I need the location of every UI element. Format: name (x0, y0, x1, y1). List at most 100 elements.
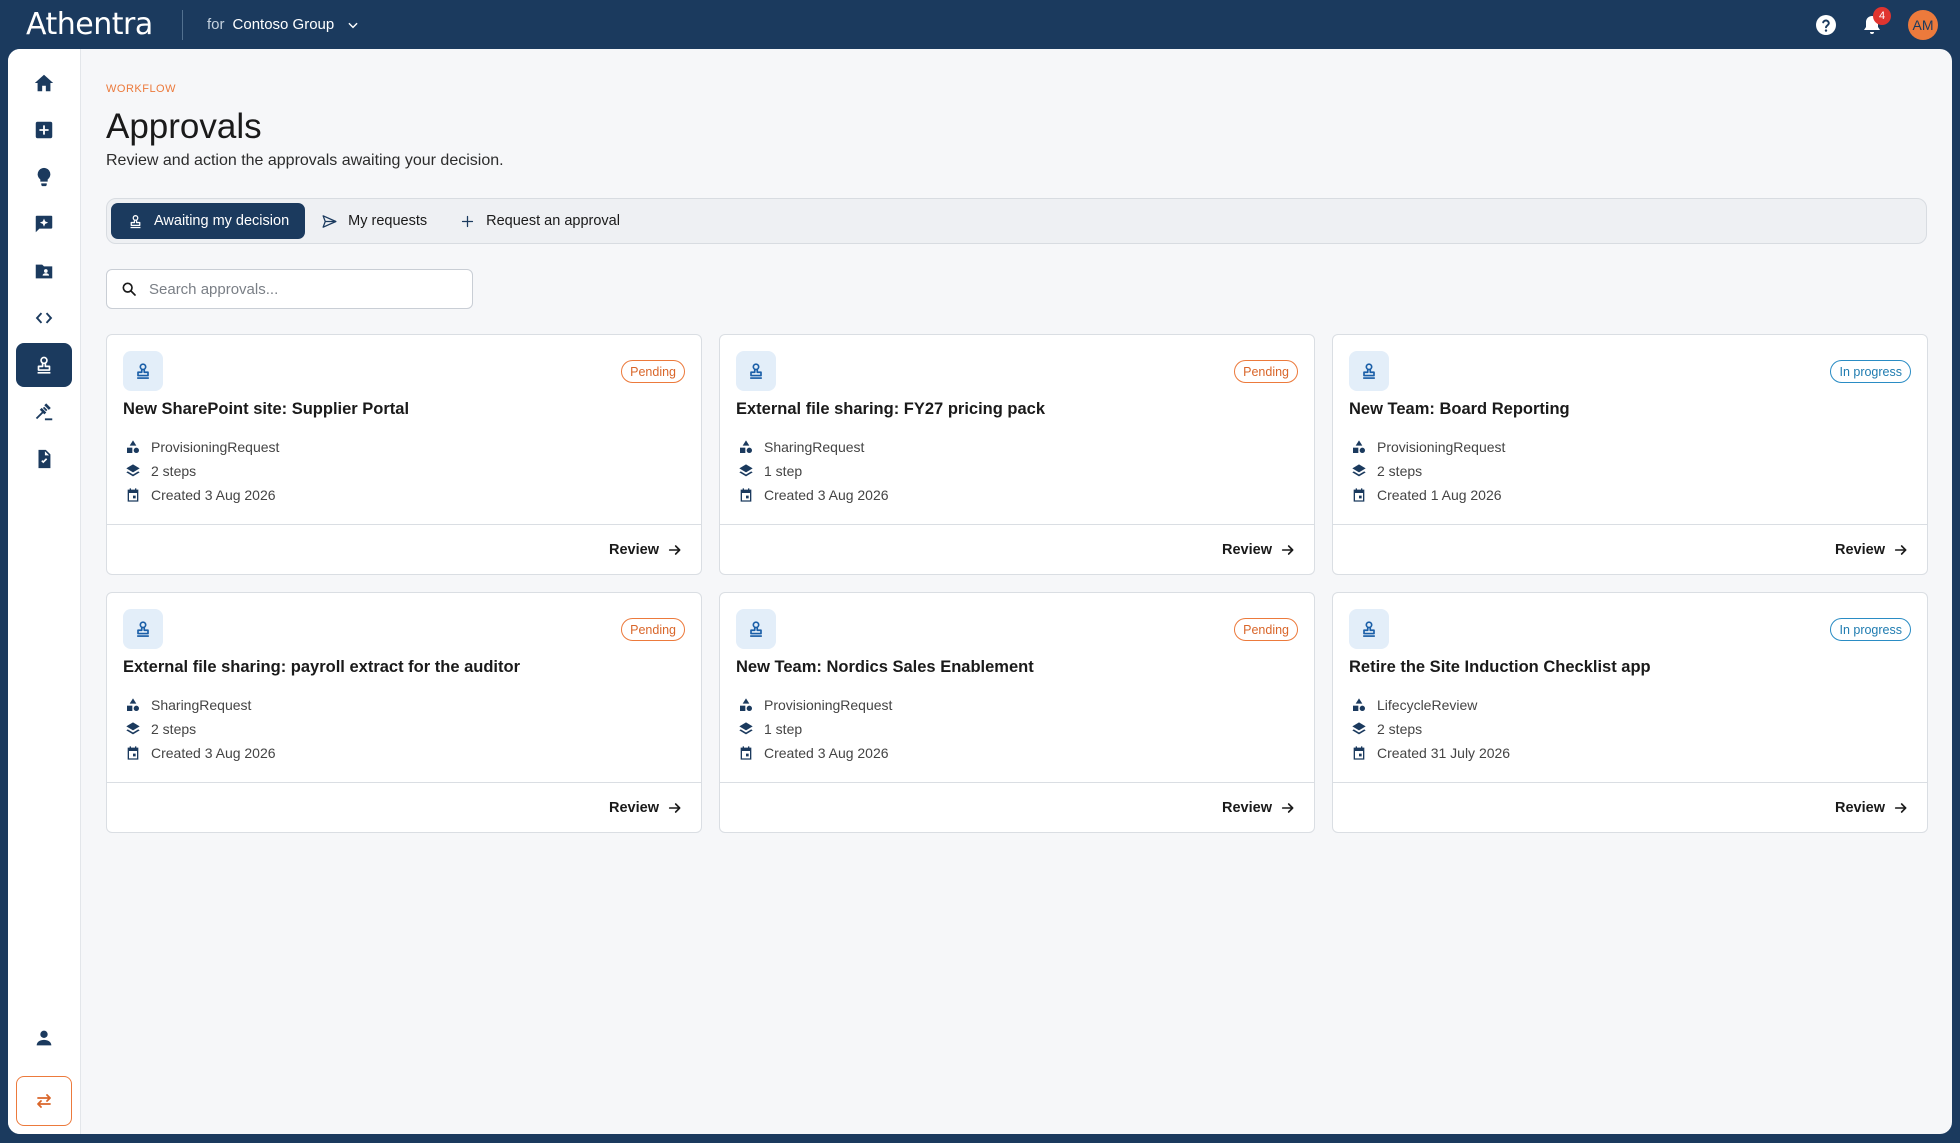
review-button[interactable]: Review (1222, 800, 1296, 816)
sidebar-item-home[interactable] (16, 61, 72, 105)
status-badge: Pending (621, 360, 685, 383)
card-title: External file sharing: payroll extract f… (123, 658, 521, 676)
sidebar-item-create[interactable] (16, 108, 72, 152)
step-count-label: 2 steps (1377, 721, 1423, 737)
step-count-label: 1 step (764, 721, 803, 737)
add-box-icon (35, 121, 53, 139)
request-type-label: ProvisioningRequest (151, 439, 280, 455)
top-actions: 4 AM (1812, 0, 1938, 49)
status-badge: In progress (1830, 360, 1911, 383)
calendar-icon (740, 746, 752, 760)
breadcrumb: WORKFLOW (106, 83, 176, 95)
stamp-icon (750, 621, 762, 637)
step-count-label: 2 steps (151, 463, 197, 479)
sidebar-item-assistant[interactable] (16, 202, 72, 246)
review-button[interactable]: Review (1835, 542, 1909, 558)
layers-icon (1352, 464, 1366, 477)
stamp-icon (1363, 621, 1375, 637)
status-badge: In progress (1830, 618, 1911, 641)
approval-card[interactable]: Pending External file sharing: payroll e… (106, 592, 702, 833)
sidebar-item-workspaces[interactable] (16, 249, 72, 293)
card-title: New Team: Board Reporting (1349, 400, 1570, 418)
stamp-icon (750, 363, 762, 379)
calendar-icon (1353, 488, 1365, 502)
shapes-icon (127, 698, 139, 711)
approvals-grid: Pending New SharePoint site: Supplier Po… (106, 334, 1928, 833)
status-badge: Pending (621, 618, 685, 641)
approval-card[interactable]: In progress New Team: Board Reporting Pr… (1332, 334, 1928, 575)
approval-card[interactable]: Pending External file sharing: FY27 pric… (719, 334, 1315, 575)
created-date: Created 3 Aug 2026 (125, 745, 276, 761)
card-title: External file sharing: FY27 pricing pack (736, 400, 1046, 418)
main-frame: WORKFLOW Approvals Review and action the… (8, 49, 1952, 1134)
calendar-icon (127, 488, 139, 502)
step-count: 2 steps (125, 721, 196, 737)
review-label: Review (1222, 541, 1272, 558)
request-type-label: ProvisioningRequest (764, 697, 893, 713)
tab-my-requests[interactable]: My requests (305, 203, 443, 239)
stamp-icon (37, 356, 51, 374)
created-date-label: Created 31 July 2026 (1377, 745, 1511, 761)
org-prefix: for (207, 16, 225, 33)
review-label: Review (609, 799, 659, 816)
created-date: Created 1 Aug 2026 (1351, 487, 1502, 503)
search-input[interactable] (149, 280, 449, 298)
request-type: ProvisioningRequest (1351, 439, 1505, 455)
brand-divider (182, 9, 183, 40)
layers-icon (739, 722, 753, 735)
request-type-label: SharingRequest (151, 697, 252, 713)
created-date-label: Created 3 Aug 2026 (764, 745, 889, 761)
chevron-down-icon (348, 22, 358, 28)
calendar-icon (127, 746, 139, 760)
review-label: Review (1835, 541, 1885, 558)
top-bar: Athentra for Contoso Group 4 AM (0, 0, 1960, 49)
gavel-icon (35, 403, 53, 421)
approval-card[interactable]: Pending New Team: Nordics Sales Enableme… (719, 592, 1315, 833)
chat-sparkle-icon (35, 215, 53, 233)
arrow-right-icon (1281, 544, 1294, 555)
tab-awaiting-my-decision[interactable]: Awaiting my decision (111, 203, 306, 239)
brand-logo[interactable]: Athentra (26, 7, 182, 42)
sidebar-item-profile[interactable] (16, 1016, 72, 1060)
sidebar-item-ideas[interactable] (16, 155, 72, 199)
step-count: 1 step (738, 463, 802, 479)
sidebar-item-tasks[interactable] (16, 437, 72, 481)
review-button[interactable]: Review (1222, 542, 1296, 558)
request-type: SharingRequest (738, 439, 864, 455)
stamp-icon (130, 214, 141, 228)
tab-request-an-approval[interactable]: Request an approval (443, 203, 636, 239)
org-switcher[interactable]: for Contoso Group (207, 16, 360, 33)
request-type: ProvisioningRequest (738, 697, 892, 713)
approval-card[interactable]: In progress Retire the Site Induction Ch… (1332, 592, 1928, 833)
card-footer: Review (107, 782, 701, 832)
review-button[interactable]: Review (609, 800, 683, 816)
step-count: 2 steps (1351, 463, 1422, 479)
user-avatar[interactable]: AM (1908, 9, 1938, 40)
created-date: Created 3 Aug 2026 (125, 487, 276, 503)
tab-label: Request an approval (486, 213, 620, 229)
notifications-button[interactable]: 4 (1858, 6, 1891, 39)
sidebar-item-developer[interactable] (16, 296, 72, 340)
help-button[interactable] (1812, 11, 1840, 39)
request-type: ProvisioningRequest (125, 439, 279, 455)
calendar-icon (740, 488, 752, 502)
layers-icon (126, 722, 140, 735)
tab-bar: Awaiting my decision My requests Request… (106, 198, 1927, 244)
status-badge: Pending (1234, 360, 1298, 383)
created-date: Created 3 Aug 2026 (738, 487, 889, 503)
arrow-right-icon (1894, 802, 1907, 813)
approval-card[interactable]: Pending New SharePoint site: Supplier Po… (106, 334, 702, 575)
request-type-label: ProvisioningRequest (1377, 439, 1506, 455)
step-count: 2 steps (1351, 721, 1422, 737)
review-label: Review (1222, 799, 1272, 816)
page-subtitle: Review and action the approvals awaiting… (106, 152, 504, 169)
shapes-icon (740, 440, 752, 453)
switch-view-button[interactable] (16, 1076, 72, 1126)
search-box (106, 269, 473, 309)
review-button[interactable]: Review (609, 542, 683, 558)
card-icon-tile (1349, 609, 1389, 649)
sidebar-item-approvals[interactable] (16, 343, 72, 387)
card-icon-tile (736, 351, 776, 391)
review-button[interactable]: Review (1835, 800, 1909, 816)
sidebar-item-governance[interactable] (16, 390, 72, 434)
